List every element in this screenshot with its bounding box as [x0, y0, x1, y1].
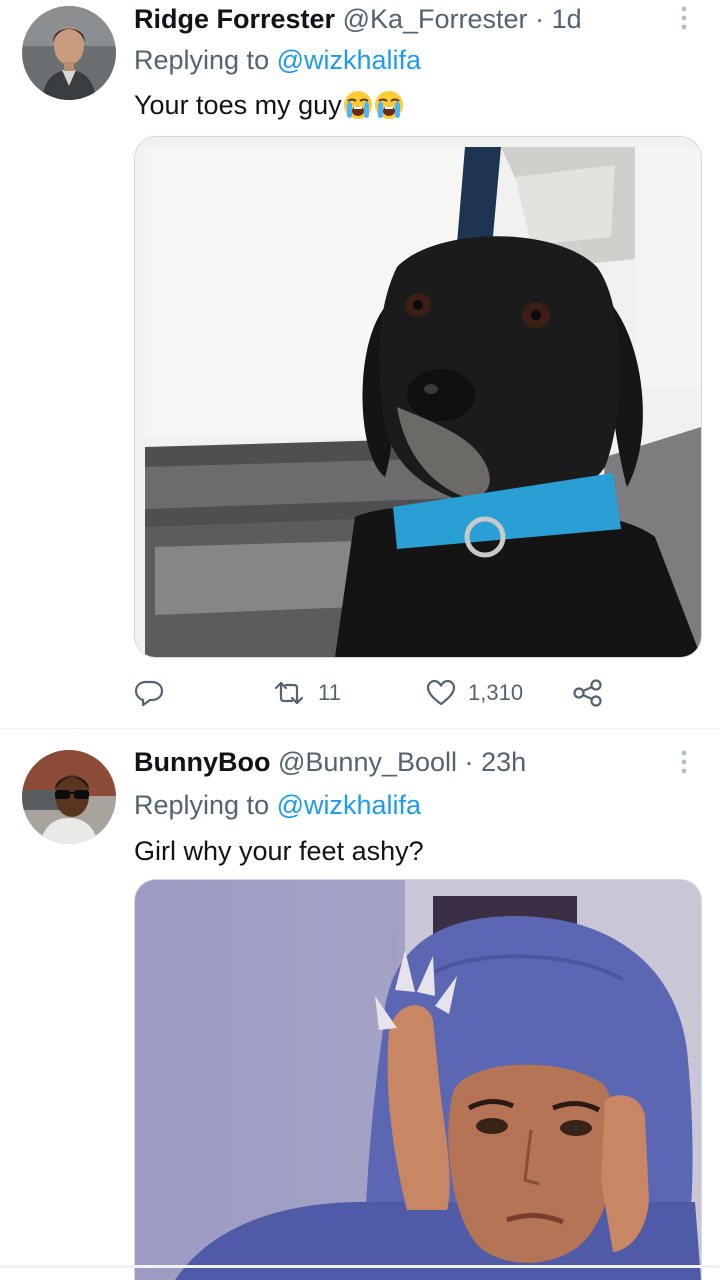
retweet-count: 11 — [318, 680, 341, 705]
timestamp[interactable]: 1d — [552, 4, 582, 34]
loudly-crying-face-icon — [374, 91, 403, 119]
tweet-text: Your toes my guy — [134, 88, 404, 122]
tweet-text-content: Your toes my guy — [134, 90, 342, 120]
retweet-icon — [274, 681, 304, 705]
separator-dot: · — [464, 747, 474, 777]
tweet-media-photo[interactable] — [134, 136, 702, 658]
replying-mention-link[interactable]: @wizkhalifa — [277, 790, 421, 820]
more-options-icon[interactable] — [678, 4, 690, 32]
replying-prefix: Replying to — [134, 45, 270, 75]
display-name[interactable]: BunnyBoo — [134, 747, 270, 777]
tweet-media-photo[interactable] — [134, 879, 702, 1280]
user-handle[interactable]: @Ka_Forrester — [343, 4, 528, 34]
more-options-icon[interactable] — [678, 748, 690, 776]
timestamp[interactable]: 23h — [481, 747, 526, 777]
avatar-image — [22, 750, 116, 844]
loudly-crying-face-icon — [343, 91, 372, 119]
replying-prefix: Replying to — [134, 790, 270, 820]
avatar[interactable] — [22, 6, 116, 100]
share-button[interactable] — [572, 676, 604, 710]
share-icon — [573, 679, 602, 707]
tweet-text: Girl why your feet ashy? — [134, 836, 424, 866]
separator-dot: · — [535, 4, 545, 34]
like-count: 1,310 — [468, 680, 524, 705]
like-button[interactable]: 1,310 — [426, 676, 523, 710]
display-name[interactable]: Ridge Forrester — [134, 4, 335, 34]
avatar-image — [22, 6, 116, 100]
tweet-1[interactable]: Ridge Forrester @Ka_Forrester · 1d Reply… — [0, 0, 720, 728]
woman-in-hoodie-image — [135, 880, 701, 1280]
tweet-actions: 11 1,310 — [134, 676, 614, 710]
replying-mention-link[interactable]: @wizkhalifa — [277, 45, 421, 75]
tweet-2[interactable]: BunnyBoo @Bunny_Booll · 23h Replying to … — [0, 729, 720, 1280]
heart-icon — [426, 679, 456, 706]
replying-to: Replying to @wizkhalifa — [134, 43, 421, 77]
avatar[interactable] — [22, 750, 116, 844]
tweet-header: BunnyBoo @Bunny_Booll · 23h — [134, 745, 526, 779]
retweet-button[interactable]: 11 — [272, 676, 341, 710]
user-handle[interactable]: @Bunny_Booll — [278, 747, 457, 777]
tweet-header: Ridge Forrester @Ka_Forrester · 1d — [134, 2, 582, 36]
replying-to: Replying to @wizkhalifa — [134, 788, 421, 822]
reply-icon — [134, 680, 164, 707]
reply-button[interactable] — [134, 676, 164, 710]
dog-in-car-image — [135, 137, 701, 657]
